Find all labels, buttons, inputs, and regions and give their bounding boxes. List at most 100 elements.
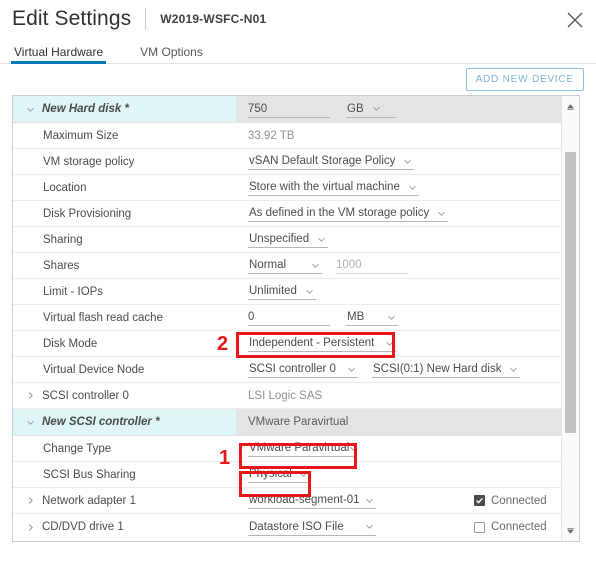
shares-level-select[interactable]: Normal	[248, 257, 322, 274]
row-value-cell: VMware Paravirtual	[236, 409, 561, 435]
change-type-select[interactable]: VMware Paravirtual	[248, 440, 358, 457]
row-label-virtual-flash-read-cache: Virtual flash read cache	[43, 311, 163, 324]
virtual-flash-read-cache-value: 0	[248, 311, 255, 323]
row-label-shares: Shares	[43, 259, 80, 272]
row-value-cell: VMware Paravirtual	[236, 436, 561, 461]
virtual-flash-read-cache-input[interactable]: 0	[248, 309, 330, 326]
row-label-cell: New SCSI controller *	[13, 409, 236, 435]
table-row: Virtual Device Node SCSI controller 0 SC…	[13, 357, 561, 383]
scroll-up-icon[interactable]	[562, 98, 579, 114]
limit-iops-select[interactable]: Unlimited	[248, 283, 316, 300]
add-new-device-button[interactable]: ADD NEW DEVICE	[465, 68, 584, 91]
table-row: Disk Provisioning As defined in the VM s…	[13, 201, 561, 227]
row-label-cell: Virtual Device Node	[13, 357, 236, 382]
shares-level-value: Normal	[249, 259, 287, 271]
row-label-limit-iops: Limit - IOPs	[43, 285, 104, 298]
checkbox-unchecked-icon	[474, 521, 485, 533]
tab-virtual-hardware[interactable]: Virtual Hardware	[10, 45, 107, 64]
network-adapter-1-connected-label: Connected	[491, 494, 547, 507]
vm-storage-policy-value: vSAN Default Storage Policy	[249, 155, 396, 167]
scrollbar-thumb[interactable]	[565, 152, 576, 433]
table-row[interactable]: New SCSI controller * VMware Paravirtual	[13, 409, 561, 436]
row-label-cell: Virtual flash read cache	[13, 305, 236, 330]
row-label-vm-storage-policy: VM storage policy	[43, 155, 135, 168]
virtual-device-node-controller-value: SCSI controller 0	[249, 363, 336, 375]
vm-name-label: W2019-WSFC-N01	[160, 12, 267, 26]
network-adapter-1-connected-checkbox[interactable]: Connected	[474, 495, 547, 507]
sharing-select[interactable]: Unspecified	[248, 231, 329, 248]
row-value-cell: Independent - Persistent	[236, 331, 561, 356]
edit-settings-dialog: Edit Settings W2019-WSFC-N01 Virtual Har…	[0, 0, 596, 567]
network-adapter-1-network-value: workload-segment-01	[249, 494, 360, 506]
row-label-cell: CD/DVD drive 1	[13, 514, 236, 540]
row-label-cell: VM storage policy	[13, 149, 236, 174]
chevron-down-icon	[311, 261, 320, 270]
row-label-cell: Sharing	[13, 227, 236, 252]
virtual-flash-read-cache-unit-value: MB	[347, 311, 365, 323]
disk-provisioning-select[interactable]: As defined in the VM storage policy	[248, 205, 449, 222]
shares-value-input[interactable]: 1000	[336, 257, 408, 274]
chevron-down-icon	[365, 496, 374, 505]
shares-value-number: 1000	[336, 259, 362, 271]
chevron-down-icon	[365, 522, 374, 531]
close-icon[interactable]	[564, 9, 586, 31]
location-select[interactable]: Store with the virtual machine	[248, 179, 419, 196]
hard-disk-capacity-unit-select[interactable]: GB	[346, 101, 396, 118]
row-label-location: Location	[43, 181, 87, 194]
virtual-device-node-unit-select[interactable]: SCSI(0:1) New Hard disk	[372, 361, 521, 378]
cd-dvd-drive-1-connected-label: Connected	[491, 521, 547, 533]
table-row: Limit - IOPs Unlimited	[13, 279, 561, 305]
hard-disk-capacity-input[interactable]: 750	[248, 101, 330, 118]
disk-mode-select[interactable]: Independent - Persistent	[248, 335, 396, 352]
row-label-cell: Limit - IOPs	[13, 279, 236, 304]
scsi-bus-sharing-select[interactable]: Physical	[248, 466, 310, 483]
scroll-down-icon[interactable]	[562, 523, 579, 539]
row-label-cd-dvd-drive-1: CD/DVD drive 1	[42, 521, 124, 533]
tab-vm-options-label: VM Options	[140, 45, 203, 59]
chevron-down-icon	[372, 104, 381, 113]
toolbar: ADD NEW DEVICE	[0, 66, 596, 91]
chevron-down-icon	[299, 470, 308, 479]
row-label-sharing: Sharing	[43, 233, 83, 246]
tab-vm-options[interactable]: VM Options	[138, 45, 205, 64]
virtual-device-node-controller-select[interactable]: SCSI controller 0	[248, 361, 358, 378]
cd-dvd-drive-1-media-select[interactable]: Datastore ISO File	[248, 519, 376, 536]
table-row: SCSI Bus Sharing Physical	[13, 462, 561, 488]
chevron-down-icon	[317, 235, 326, 244]
chevron-down-icon	[509, 365, 518, 374]
table-row: CD/DVD drive 1 Datastore ISO File Connec…	[13, 514, 561, 540]
table-row: Disk Mode Independent - Persistent	[13, 331, 561, 357]
row-label-network-adapter-1: Network adapter 1	[42, 494, 136, 507]
row-label-cell: Maximum Size	[13, 123, 236, 148]
row-value-cell: workload-segment-01 Connected	[236, 488, 561, 513]
table-row[interactable]: SCSI controller 0 LSI Logic SAS	[13, 383, 561, 409]
cd-dvd-drive-1-connected-checkbox[interactable]: Connected	[474, 521, 547, 533]
chevron-down-icon	[385, 339, 394, 348]
virtual-flash-read-cache-unit-select[interactable]: MB	[346, 309, 398, 326]
page-title: Edit Settings	[12, 7, 132, 30]
title-divider	[145, 8, 147, 30]
hard-disk-capacity-unit-value: GB	[347, 102, 364, 115]
table-row: Virtual flash read cache 0 MB	[13, 305, 561, 331]
chevron-right-icon[interactable]	[25, 495, 36, 506]
row-label-virtual-device-node: Virtual Device Node	[43, 363, 145, 376]
table-row[interactable]: New Hard disk * 750 GB	[13, 96, 561, 123]
limit-iops-value: Unlimited	[249, 285, 297, 297]
chevron-right-icon[interactable]	[25, 522, 36, 533]
table-row: Shares Normal 1000	[13, 253, 561, 279]
scsi-controller-0-value: LSI Logic SAS	[248, 389, 323, 402]
vertical-scrollbar[interactable]	[561, 96, 579, 541]
row-label-cell: Disk Mode	[13, 331, 236, 356]
group-title-new-scsi-controller: New SCSI controller *	[42, 416, 160, 428]
hard-disk-capacity-value: 750	[248, 102, 268, 115]
scsi-bus-sharing-value: Physical	[249, 468, 292, 480]
row-label-scsi-controller-0: SCSI controller 0	[42, 389, 129, 402]
chevron-right-icon[interactable]	[25, 390, 36, 401]
network-adapter-1-network-select[interactable]: workload-segment-01	[248, 492, 376, 509]
row-label-cell: Location	[13, 175, 236, 200]
table-row: Maximum Size 33.92 TB	[13, 123, 561, 149]
vm-storage-policy-select[interactable]: vSAN Default Storage Policy	[248, 153, 415, 170]
checkbox-checked-icon	[474, 495, 485, 506]
chevron-down-icon[interactable]	[25, 104, 36, 115]
chevron-down-icon[interactable]	[25, 417, 36, 428]
